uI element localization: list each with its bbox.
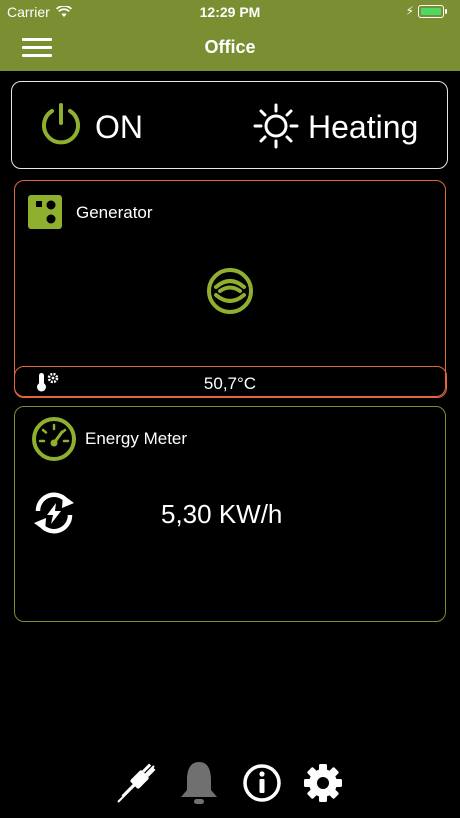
energy-value: 5,30 KW/h	[161, 499, 283, 529]
bottom-nav	[0, 758, 460, 810]
heating-sun-icon[interactable]	[252, 102, 300, 150]
generator-card[interactable]: Generator 50,7°C	[13, 180, 447, 398]
status-time: 12:29 PM	[199, 4, 261, 20]
fan-icon	[207, 268, 253, 314]
charging-icon: ⚡	[405, 4, 414, 18]
mode-card: ON Heating	[11, 81, 448, 169]
generator-icon	[28, 195, 62, 229]
status-bar: Carrier 12:29 PM ⚡	[0, 0, 460, 24]
generator-label: Generator	[76, 203, 153, 222]
app-header: Carrier 12:29 PM ⚡ Office	[0, 0, 460, 71]
gauge-icon	[32, 417, 76, 461]
power-icon[interactable]	[38, 102, 84, 148]
energy-meter-label: Energy Meter	[85, 429, 188, 448]
plug-icon[interactable]	[112, 758, 160, 808]
mode-label: Heating	[308, 109, 419, 145]
temperature-row: 50,7°C	[13, 365, 447, 398]
power-state-label: ON	[95, 109, 143, 145]
energy-meter-card[interactable]: Energy Meter 5,30 KW/h	[14, 406, 446, 622]
temperature-value: 50,7°C	[203, 373, 257, 393]
battery-icon	[418, 5, 447, 18]
page-title: Office	[204, 37, 256, 57]
refresh-energy-icon[interactable]	[30, 489, 78, 537]
gear-icon[interactable]	[300, 758, 346, 808]
info-icon[interactable]	[240, 758, 284, 808]
bell-icon[interactable]	[176, 758, 222, 808]
